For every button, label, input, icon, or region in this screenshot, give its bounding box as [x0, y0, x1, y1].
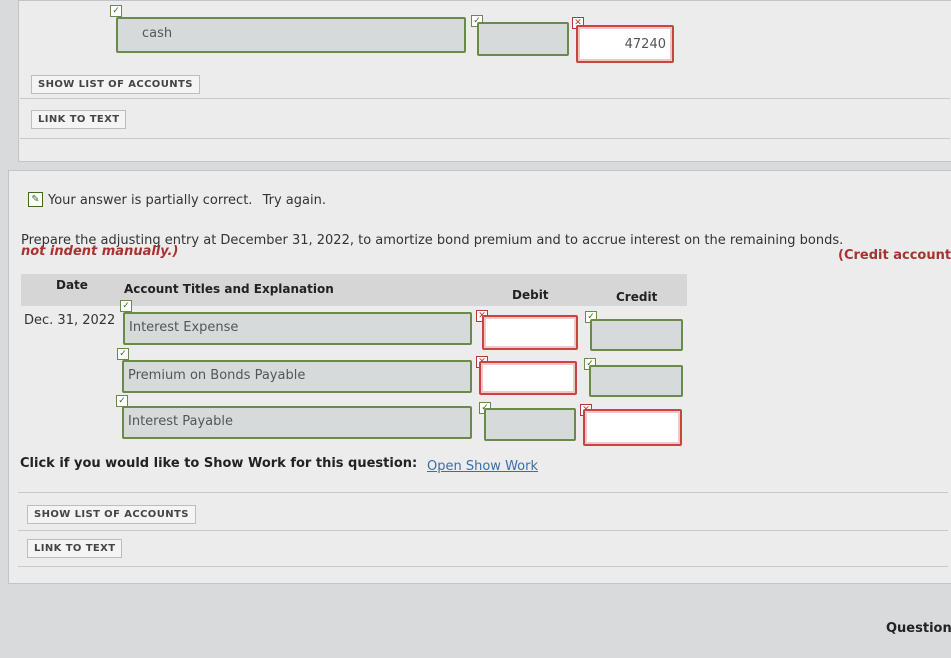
account-title-value: cash [142, 26, 173, 41]
header-date: Date [56, 278, 88, 292]
row2-account-field[interactable]: Premium on Bonds Payable [122, 360, 472, 393]
row1-account-check-icon: ✓ [120, 300, 132, 312]
open-show-work-link[interactable]: Open Show Work [427, 459, 538, 474]
partially-correct-icon: ✎ [28, 192, 43, 207]
row1-date: Dec. 31, 2022 [24, 313, 116, 328]
instructions-note-2: not indent manually.) [21, 244, 179, 259]
divider [20, 138, 950, 139]
divider [18, 492, 948, 493]
try-again-text: Try again. [262, 193, 326, 208]
row2-debit-field[interactable] [479, 361, 577, 395]
divider [18, 530, 948, 531]
divider [20, 98, 950, 99]
row3-credit-field[interactable] [583, 409, 682, 446]
divider [18, 566, 948, 567]
row2-account-check-icon: ✓ [117, 348, 129, 360]
question-nav-label[interactable]: Question [886, 621, 951, 636]
credit-value: 47240 [624, 37, 666, 52]
row1-account-field[interactable]: Interest Expense [123, 312, 472, 345]
account-title-field[interactable]: cash [116, 17, 466, 53]
show-list-of-accounts-button-bottom[interactable]: SHOW LIST OF ACCOUNTS [27, 505, 196, 524]
row3-account-value: Interest Payable [128, 414, 233, 429]
debit-field[interactable] [477, 22, 569, 56]
show-list-of-accounts-button-top[interactable]: SHOW LIST OF ACCOUNTS [31, 75, 200, 94]
feedback-status: Your answer is partially correct. Try ag… [48, 193, 326, 208]
row1-account-value: Interest Expense [129, 320, 239, 335]
link-to-text-button-bottom[interactable]: LINK TO TEXT [27, 539, 123, 558]
feedback-status-text: Your answer is partially correct. [48, 193, 253, 208]
row1-credit-field[interactable] [590, 319, 683, 351]
header-account: Account Titles and Explanation [124, 282, 334, 296]
row1-debit-field[interactable] [482, 315, 578, 350]
credit-field[interactable]: 47240 [576, 25, 674, 63]
row2-account-value: Premium on Bonds Payable [128, 368, 306, 383]
link-to-text-button-top[interactable]: LINK TO TEXT [31, 110, 127, 129]
show-work-prompt: Click if you would like to Show Work for… [20, 456, 418, 471]
row3-debit-field[interactable] [484, 408, 576, 441]
account-check-icon: ✓ [110, 5, 122, 17]
header-credit: Credit [616, 290, 658, 304]
row3-account-field[interactable]: Interest Payable [122, 406, 472, 439]
instructions-note-1: (Credit account t [838, 248, 951, 263]
row2-credit-field[interactable] [589, 365, 683, 397]
header-debit: Debit [512, 288, 549, 302]
